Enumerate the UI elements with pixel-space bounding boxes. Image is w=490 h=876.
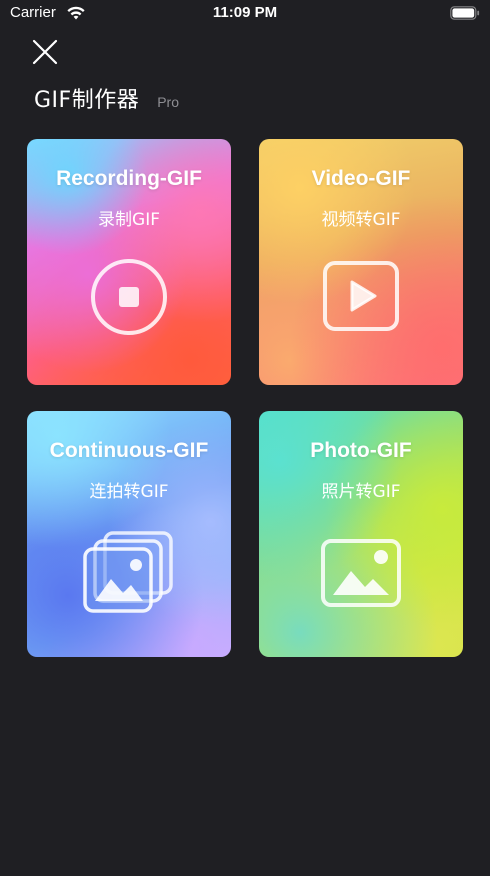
- card-subtitle: 录制GIF: [98, 210, 160, 230]
- card-title: Continuous-GIF: [49, 439, 209, 462]
- close-icon: [32, 39, 58, 65]
- status-bar: Carrier 11:09 PM: [0, 0, 490, 28]
- battery-icon: [450, 6, 480, 20]
- photo-gif-card[interactable]: Photo-GIF 照片转GIF: [259, 411, 463, 657]
- photo-icon: [321, 539, 401, 607]
- status-time: 11:09 PM: [212, 4, 278, 21]
- card-subtitle: 照片转GIF: [321, 482, 401, 502]
- play-icon: [323, 261, 399, 331]
- page-title: GIF制作器: [34, 88, 140, 113]
- pro-badge: Pro: [157, 94, 179, 110]
- title-row: GIF制作器 Pro: [34, 82, 179, 114]
- close-button[interactable]: [29, 36, 61, 68]
- photo-stack-icon: [83, 531, 173, 613]
- card-title: Photo-GIF: [310, 439, 412, 462]
- card-subtitle: 视频转GIF: [321, 210, 401, 230]
- continuous-gif-card[interactable]: Continuous-GIF 连拍转GIF: [27, 411, 231, 657]
- recording-gif-card[interactable]: Recording-GIF 录制GIF: [27, 139, 231, 385]
- card-title: Video-GIF: [311, 167, 411, 190]
- card-subtitle: 连拍转GIF: [89, 482, 169, 502]
- card-title: Recording-GIF: [56, 167, 202, 190]
- record-stop-icon: [91, 259, 167, 335]
- video-gif-card[interactable]: Video-GIF 视频转GIF: [259, 139, 463, 385]
